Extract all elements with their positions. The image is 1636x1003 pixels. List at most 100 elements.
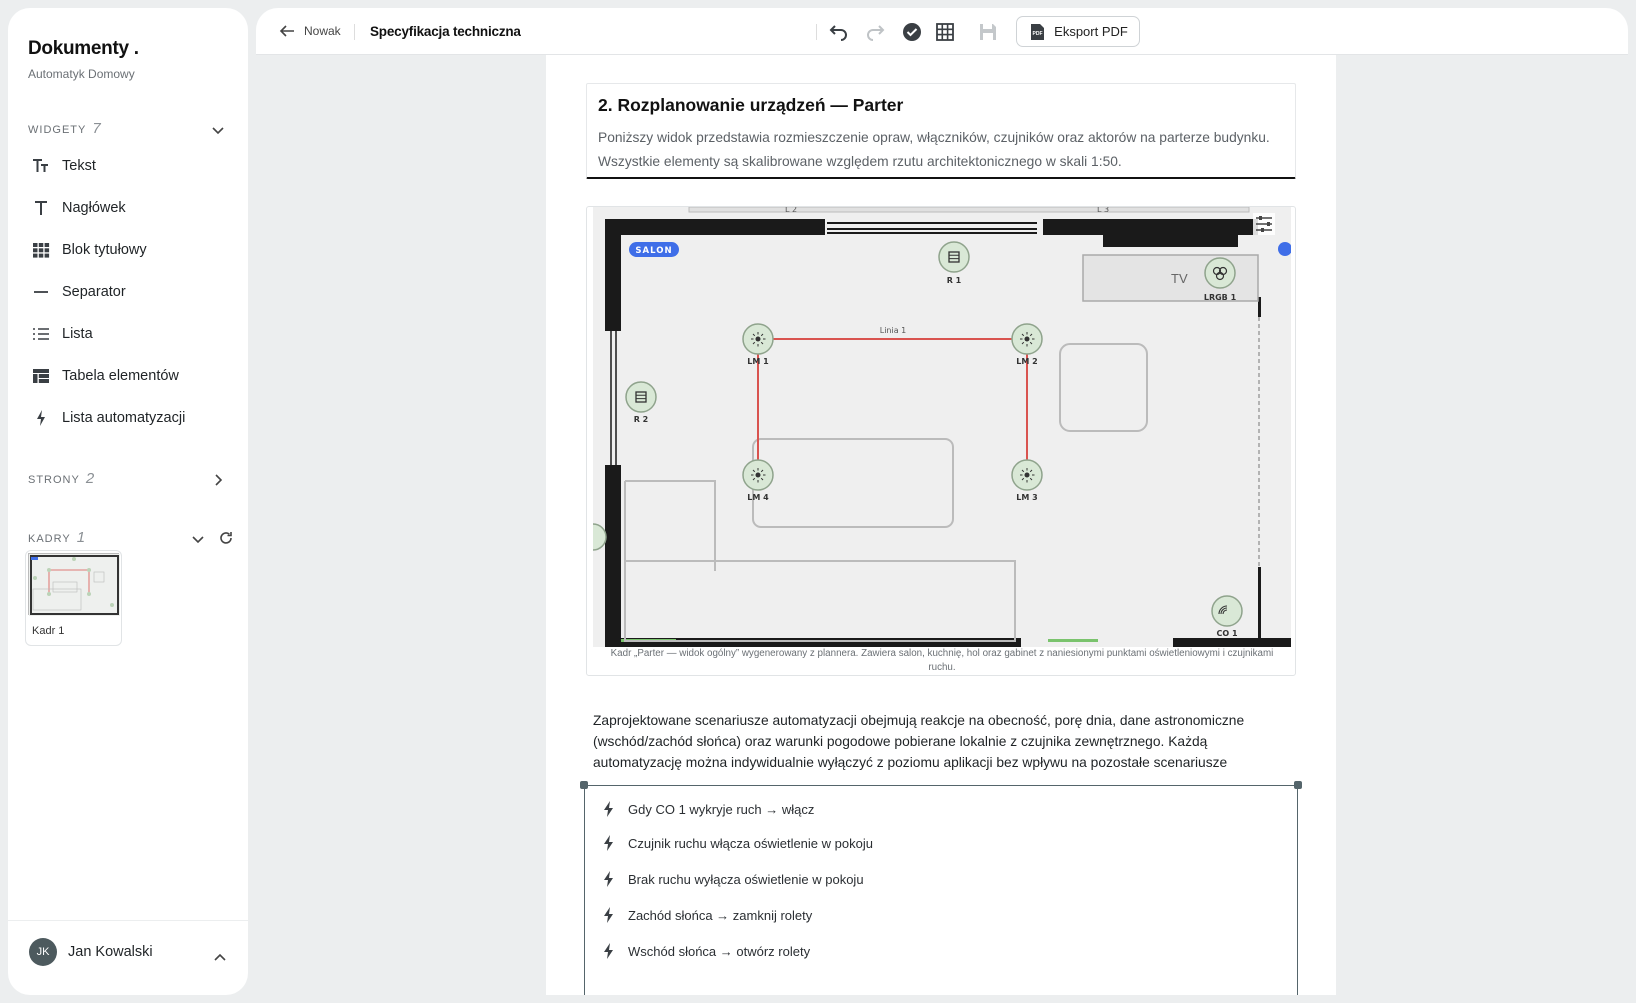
widget-item-separator[interactable]: Separator [32,278,126,306]
export-pdf-label: Eksport PDF [1054,24,1128,39]
document-page: 2. Rozplanowanie urządzeń — Parter Poniż… [546,55,1336,995]
plan-caption: Kadr „Parter — widok ogólny” wygenerowan… [610,648,1274,673]
frame-thumbnail[interactable]: Kadr 1 [25,550,122,646]
section-heading: 2. Rozplanowanie urządzeń — Parter [598,95,904,115]
device-lm4: LM 4 [742,459,774,502]
brand-title: Dokumenty . [28,38,139,59]
device-label: LRGB 1 [1204,293,1237,302]
validate-button[interactable] [901,21,923,43]
heading-icon [32,199,50,217]
lightning-icon [604,871,613,887]
widget-label: Tekst [62,158,96,174]
undo-button[interactable] [827,21,849,43]
grid-icon [936,23,954,41]
automation-text: Brak ruchu wyłącza oświetlenie w pokoju [628,871,864,887]
document-title: Specyfikacja techniczna [370,24,521,39]
pages-label: STRONY [28,474,80,486]
lightning-icon [32,409,50,427]
widget-label: Lista automatyzacji [62,410,186,426]
list-icon [32,325,50,343]
automation-item[interactable]: Zachód słońca → zamknij rolety [602,904,812,926]
widget-label: Separator [62,284,126,300]
device-label: R 2 [634,415,649,424]
automation-list[interactable]: Gdy CO 1 wykryje ruch → włącz Czujnik ru… [580,781,1302,995]
automation-text: Wschód słońca → otwórz rolety [628,943,811,959]
device-co1: CO 1 [1211,595,1243,638]
automation-item[interactable]: Wschód słońca → otwórz rolety [602,940,810,962]
redo-icon [867,25,885,41]
device-label: LM 2 [1016,357,1037,366]
user-menu[interactable]: JK Jan Kowalski [8,920,248,995]
automation-item[interactable]: Gdy CO 1 wykryje ruch → włącz [602,798,814,820]
frames-count: 1 [76,529,86,546]
tv-label: TV [1171,271,1188,286]
pdf-badge-text: PDF [1033,31,1043,37]
sidebar: Dokumenty . Automatyk Domowy WIDGETY 7 T… [8,8,248,995]
widget-item-tabela[interactable]: Tabela elementów [32,362,179,390]
room-badge: SALON [635,246,672,256]
refresh-icon[interactable] [218,530,234,546]
floor-plan: L 2 L 3 TV SALON Linia 1 R 1 LRGB 1 LM 1… [593,207,1291,647]
lightning-icon [604,943,613,959]
frame-thumbnail-label: Kadr 1 [32,625,65,637]
brand-subtitle: Automatyk Domowy [28,67,135,81]
automation-item[interactable]: Brak ruchu wyłącza oświetlenie w pokoju [602,868,864,890]
widget-label: Tabela elementów [62,368,179,384]
widget-label: Nagłówek [62,200,126,216]
widget-label: Lista [62,326,93,342]
grid-toggle-button[interactable] [934,21,956,43]
automation-text: Gdy CO 1 wykryje ruch → włącz [628,801,815,817]
device-lm3: LM 3 [1011,459,1043,502]
automation-item[interactable]: Czujnik ruchu włącza oświetlenie w pokoj… [602,832,873,854]
widget-item-tekst[interactable]: Tekst [32,152,96,180]
toolbar-divider [354,24,355,40]
text-paragraph[interactable]: Zaprojektowane scenariusze automatyzacji… [593,710,1293,773]
resize-handle-top-right[interactable] [1294,781,1302,789]
device-label: LM 1 [747,357,769,366]
plan-settings-icon [1253,213,1275,235]
widgets-section-header[interactable]: WIDGETY 7 [28,120,101,137]
resize-handle-top-left[interactable] [580,781,588,789]
widget-item-naglowek[interactable]: Nagłówek [32,194,126,222]
device-lm1: LM 1 [742,323,774,366]
text-icon [32,157,50,175]
chevron-down-icon[interactable] [210,122,226,138]
section-description: Poniższy widok przedstawia rozmieszczeni… [598,130,1270,169]
back-label: Nowak [304,24,341,38]
export-pdf-button[interactable]: PDF Eksport PDF [1016,16,1140,47]
device-lm2: LM 2 [1011,323,1043,366]
widget-item-lista-automatyzacji[interactable]: Lista automatyzacji [32,404,185,432]
plan-frame[interactable]: L 2 L 3 TV SALON Linia 1 R 1 LRGB 1 LM 1… [586,206,1296,676]
plan-label-l2: L 2 [785,207,797,214]
lightning-icon [604,835,613,851]
pages-section-header[interactable]: STRONY 2 [28,470,94,487]
table-icon [32,367,50,385]
pdf-icon: PDF [1031,23,1045,40]
frames-section-header[interactable]: KADRY 1 [28,529,85,546]
widget-item-lista[interactable]: Lista [32,320,93,348]
widgets-label: WIDGETY [28,124,87,136]
lightning-icon [604,907,613,923]
main-area: Nowak Specyfikacja techniczna PDF Ekspor… [256,8,1628,995]
toolbar-divider [816,24,817,40]
automation-text: Zachód słońca → zamknij rolety [628,907,813,923]
save-button[interactable] [977,21,999,43]
automation-text: Czujnik ruchu włącza oświetlenie w pokoj… [628,835,873,851]
redo-button[interactable] [865,21,887,43]
back-button[interactable]: Nowak [278,22,341,40]
chevron-down-icon[interactable] [190,531,206,547]
user-name: Jan Kowalski [68,944,153,960]
device-label: LM 3 [1016,493,1037,502]
widget-item-blok-tytulowy[interactable]: Blok tytułowy [32,236,147,264]
toolbar: Nowak Specyfikacja techniczna PDF Ekspor… [256,8,1628,55]
separator-icon [32,283,50,301]
lightning-icon [604,801,613,817]
widgets-count: 7 [92,120,101,137]
widget-label: Blok tytułowy [62,242,147,258]
title-block[interactable]: 2. Rozplanowanie urządzeń — Parter Poniż… [586,83,1296,179]
chevron-right-icon[interactable] [210,472,226,488]
undo-icon [829,25,847,41]
chevron-up-icon[interactable] [212,950,228,966]
device-label: LM 4 [747,493,769,502]
check-circle-icon [903,23,921,41]
